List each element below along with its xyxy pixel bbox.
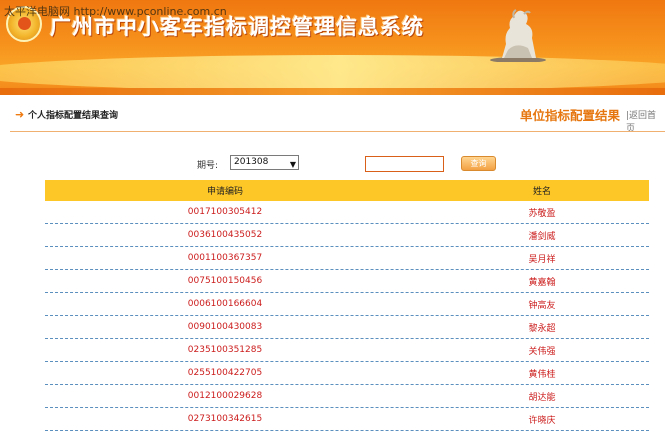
table-row: 0012100029628 胡达能 (45, 385, 649, 408)
applicant-name: 黎永超 (528, 323, 556, 334)
applicant-name: 关伟强 (528, 346, 556, 357)
applicant-name: 苏敬盈 (528, 208, 556, 219)
banner-stripe (0, 88, 665, 95)
application-code: 0255100422705 (187, 368, 263, 378)
table-row: 0001100367357 吴月祥 (45, 247, 649, 270)
application-code: 0006100166604 (187, 299, 263, 309)
table-row: 0017100305412 苏敬盈 (45, 201, 649, 224)
banner-glow (0, 55, 665, 91)
applicant-name: 钟高友 (528, 300, 556, 311)
applicant-name: 潘剑威 (528, 231, 556, 242)
application-code: 0235100351285 (187, 345, 263, 355)
table-header: 申请编码 姓名 (45, 180, 649, 201)
table-row: 0273100342615 许晓庆 (45, 408, 649, 431)
application-code: 0036100435052 (187, 230, 263, 240)
search-input[interactable] (365, 156, 444, 172)
applicant-name: 黄嘉翰 (528, 277, 556, 288)
query-button[interactable]: 查询 (461, 156, 496, 171)
application-code: 0090100430083 (187, 322, 263, 332)
header-banner: 广州市中小客车指标调控管理信息系统 太平洋电脑网 http://www.pcon… (0, 0, 665, 95)
applicant-name: 吴月祥 (528, 254, 556, 265)
arrow-icon: ➜ (15, 108, 25, 121)
chevron-down-icon: ▼ (289, 160, 296, 169)
table-row: 0036100435052 潘剑威 (45, 224, 649, 247)
table-row: 0075100150456 黄嘉翰 (45, 270, 649, 293)
column-header-name: 姓名 (532, 187, 551, 197)
application-code: 0075100150456 (187, 276, 263, 286)
divider (10, 131, 665, 132)
applicant-name: 黄伟桂 (528, 369, 556, 380)
watermark-text: 太平洋电脑网 http://www.pconline.com.cn (4, 5, 227, 18)
table-row: 0235100351285 关伟强 (45, 339, 649, 362)
results-table: 申请编码 姓名 0017100305412 苏敬盈 0036100435052 … (45, 180, 649, 431)
page-title: 单位指标配置结果 (520, 108, 621, 123)
breadcrumb: 个人指标配置结果查询 (28, 111, 119, 121)
column-header-code: 申请编码 (206, 187, 243, 197)
breadcrumb-bar: ➜ 个人指标配置结果查询 单位指标配置结果 |返回首页 (0, 104, 665, 134)
table-row: 0090100430083 黎永超 (45, 316, 649, 339)
application-code: 0017100305412 (187, 207, 263, 217)
period-select-value: 201308 (234, 157, 269, 167)
application-code: 0273100342615 (187, 414, 263, 424)
applicant-name: 胡达能 (528, 392, 556, 403)
five-goats-statue-image (490, 9, 546, 62)
period-select[interactable]: 201308 ▼ (230, 155, 299, 170)
applicant-name: 许晓庆 (528, 415, 556, 426)
table-row: 0006100166604 钟高友 (45, 293, 649, 316)
application-code: 0012100029628 (187, 391, 263, 401)
application-code: 0001100367357 (187, 253, 263, 263)
table-row: 0255100422705 黄伟桂 (45, 362, 649, 385)
period-label: 期号: (197, 161, 219, 171)
